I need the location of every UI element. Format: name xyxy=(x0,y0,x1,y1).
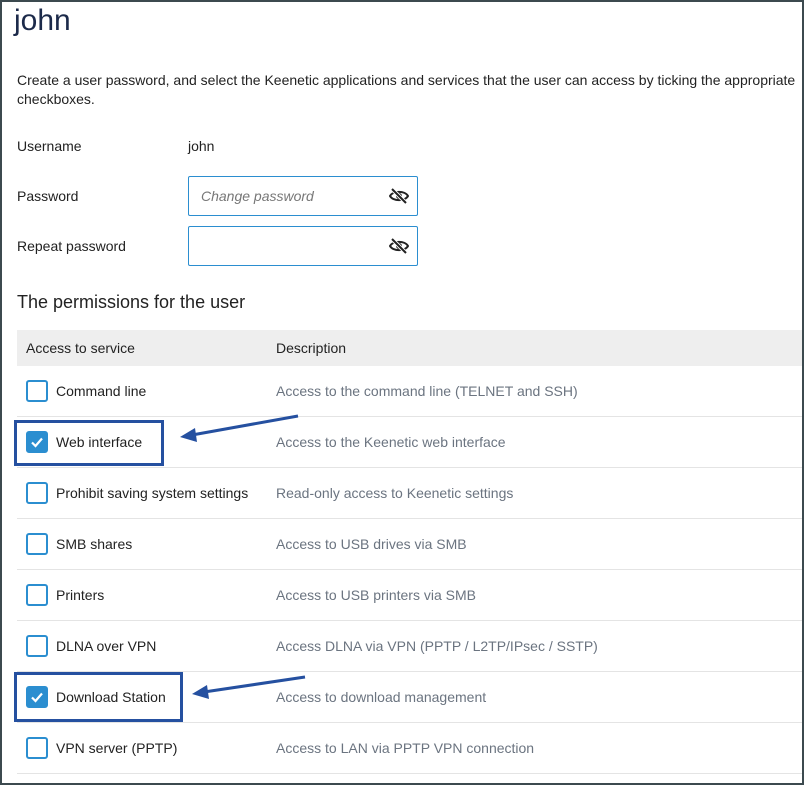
permission-name: DLNA over VPN xyxy=(56,638,157,654)
table-row: Prohibit saving system settings Read-only… xyxy=(17,468,802,519)
permission-description: Access to LAN via PPTP VPN connection xyxy=(276,740,535,756)
permission-name: VPN server (PPTP) xyxy=(56,740,178,756)
permission-checkbox[interactable] xyxy=(26,635,48,657)
permission-checkbox[interactable] xyxy=(26,584,48,606)
column-header-description: Description xyxy=(276,340,347,356)
permission-checkbox[interactable] xyxy=(26,737,48,759)
permission-description: Access to the Keenetic web interface xyxy=(276,434,506,450)
table-header: Access to service Description xyxy=(17,330,802,366)
page-title: john xyxy=(14,4,71,37)
repeat-password-field xyxy=(188,226,418,266)
eye-off-icon[interactable] xyxy=(388,187,410,205)
table-row: VPN server (PPTP) Access to LAN via PPTP … xyxy=(17,723,802,774)
permission-description: Access DLNA via VPN (PPTP / L2TP/IPsec /… xyxy=(276,638,598,654)
eye-off-icon[interactable] xyxy=(388,237,410,255)
user-settings-panel: john Create a user password, and select … xyxy=(0,0,804,785)
intro-text: Create a user password, and select the K… xyxy=(17,72,796,107)
permission-checkbox[interactable] xyxy=(26,380,48,402)
password-label: Password xyxy=(17,188,79,204)
permission-name: Printers xyxy=(56,587,105,603)
username-label: Username xyxy=(17,138,82,154)
username-value: john xyxy=(188,138,215,154)
password-field xyxy=(188,176,418,216)
table-row: Command line Access to the command line (… xyxy=(17,366,802,417)
permission-description: Read-only access to Keenetic settings xyxy=(276,485,514,501)
permission-checkbox[interactable] xyxy=(26,533,48,555)
permission-name: Command line xyxy=(56,383,147,399)
table-row: SMB shares Access to USB drives via SMB xyxy=(17,519,802,570)
permission-description: Access to the command line (TELNET and S… xyxy=(276,383,578,399)
password-input[interactable] xyxy=(189,177,379,215)
permission-name: Prohibit saving system settings xyxy=(56,485,249,501)
annotation-highlight-web-interface xyxy=(14,420,164,466)
permissions-title: The permissions for the user xyxy=(17,292,246,312)
permission-description: Access to download management xyxy=(276,689,487,705)
repeat-password-label: Repeat password xyxy=(17,238,126,254)
annotation-highlight-download-station xyxy=(14,672,183,722)
repeat-password-input[interactable] xyxy=(189,227,379,265)
permission-description: Access to USB drives via SMB xyxy=(276,536,467,552)
permission-description: Access to USB printers via SMB xyxy=(276,587,476,603)
table-row: Printers Access to USB printers via SMB xyxy=(17,570,802,621)
permission-name: SMB shares xyxy=(56,536,133,552)
column-header-service: Access to service xyxy=(26,340,135,356)
table-row: DLNA over VPN Access DLNA via VPN (PPTP /… xyxy=(17,621,802,672)
permission-checkbox[interactable] xyxy=(26,482,48,504)
